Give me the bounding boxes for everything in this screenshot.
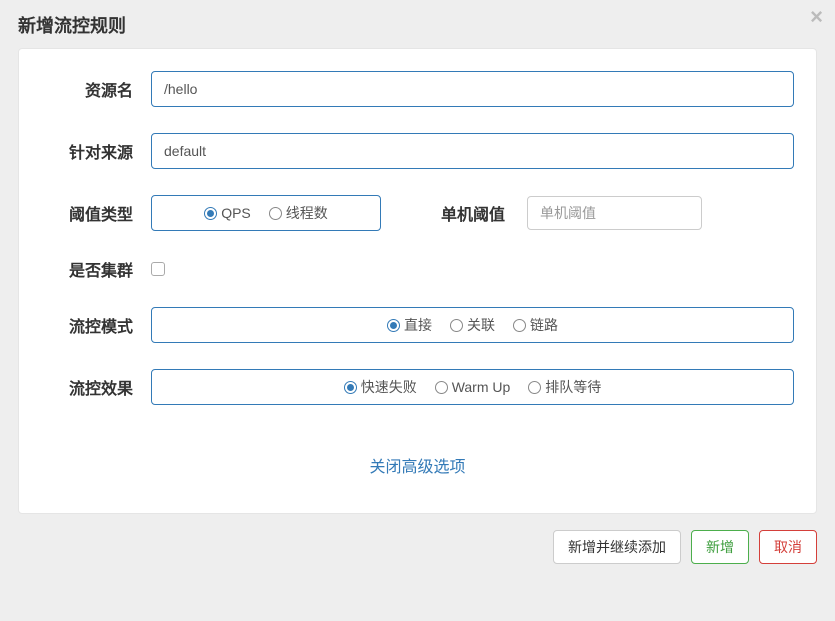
mode-radio-group: 直接 关联 链路 xyxy=(151,307,794,343)
resource-input[interactable] xyxy=(151,71,794,107)
radio-mode-direct[interactable]: 直接 xyxy=(387,315,432,335)
radio-threads[interactable]: 线程数 xyxy=(269,203,328,223)
radio-effect-warmup-label: Warm Up xyxy=(452,379,511,395)
radio-mode-chain[interactable]: 链路 xyxy=(513,315,558,335)
modal-footer: 新增并继续添加 新增 取消 xyxy=(0,514,835,564)
radio-dot-icon xyxy=(344,381,357,394)
add-button[interactable]: 新增 xyxy=(691,530,749,564)
radio-mode-chain-label: 链路 xyxy=(530,315,558,335)
row-source: 针对来源 xyxy=(41,133,794,169)
modal-body: 资源名 针对来源 阈值类型 QPS 线程数 xyxy=(18,48,817,514)
single-threshold-input[interactable] xyxy=(527,196,702,230)
flow-rule-modal: × 新增流控规则 资源名 针对来源 阈值类型 QPS xyxy=(0,0,835,621)
radio-dot-icon xyxy=(269,207,282,220)
mode-label: 流控模式 xyxy=(41,313,151,337)
radio-effect-queue-label: 排队等待 xyxy=(545,377,601,397)
cluster-label: 是否集群 xyxy=(41,257,151,281)
modal-title: 新增流控规则 xyxy=(0,0,835,48)
radio-dot-icon xyxy=(435,381,448,394)
add-continue-button[interactable]: 新增并继续添加 xyxy=(553,530,681,564)
resource-label: 资源名 xyxy=(41,77,151,101)
source-label: 针对来源 xyxy=(41,139,151,163)
radio-effect-fastfail[interactable]: 快速失败 xyxy=(344,377,417,397)
cancel-button[interactable]: 取消 xyxy=(759,530,817,564)
radio-dot-icon xyxy=(387,319,400,332)
row-mode: 流控模式 直接 关联 链路 xyxy=(41,307,794,343)
radio-dot-icon xyxy=(450,319,463,332)
radio-dot-icon xyxy=(513,319,526,332)
radio-effect-queue[interactable]: 排队等待 xyxy=(528,377,601,397)
single-threshold-label: 单机阈值 xyxy=(441,201,505,225)
threshold-type-label: 阈值类型 xyxy=(41,201,151,225)
radio-effect-warmup[interactable]: Warm Up xyxy=(435,379,511,395)
radio-qps[interactable]: QPS xyxy=(204,205,251,221)
radio-effect-fastfail-label: 快速失败 xyxy=(361,377,417,397)
threshold-type-radio-group: QPS 线程数 xyxy=(151,195,381,231)
row-effect: 流控效果 快速失败 Warm Up 排队等待 xyxy=(41,369,794,405)
radio-mode-relate[interactable]: 关联 xyxy=(450,315,495,335)
radio-dot-icon xyxy=(204,207,217,220)
cluster-checkbox[interactable] xyxy=(151,262,165,276)
row-resource: 资源名 xyxy=(41,71,794,107)
source-input[interactable] xyxy=(151,133,794,169)
row-cluster: 是否集群 xyxy=(41,257,794,281)
radio-mode-relate-label: 关联 xyxy=(467,315,495,335)
radio-qps-label: QPS xyxy=(221,205,251,221)
close-advanced-link[interactable]: 关闭高级选项 xyxy=(41,453,794,477)
row-threshold: 阈值类型 QPS 线程数 单机阈值 xyxy=(41,195,794,231)
effect-label: 流控效果 xyxy=(41,375,151,399)
radio-threads-label: 线程数 xyxy=(286,203,328,223)
radio-dot-icon xyxy=(528,381,541,394)
effect-radio-group: 快速失败 Warm Up 排队等待 xyxy=(151,369,794,405)
radio-mode-direct-label: 直接 xyxy=(404,315,432,335)
close-icon[interactable]: × xyxy=(810,6,823,28)
